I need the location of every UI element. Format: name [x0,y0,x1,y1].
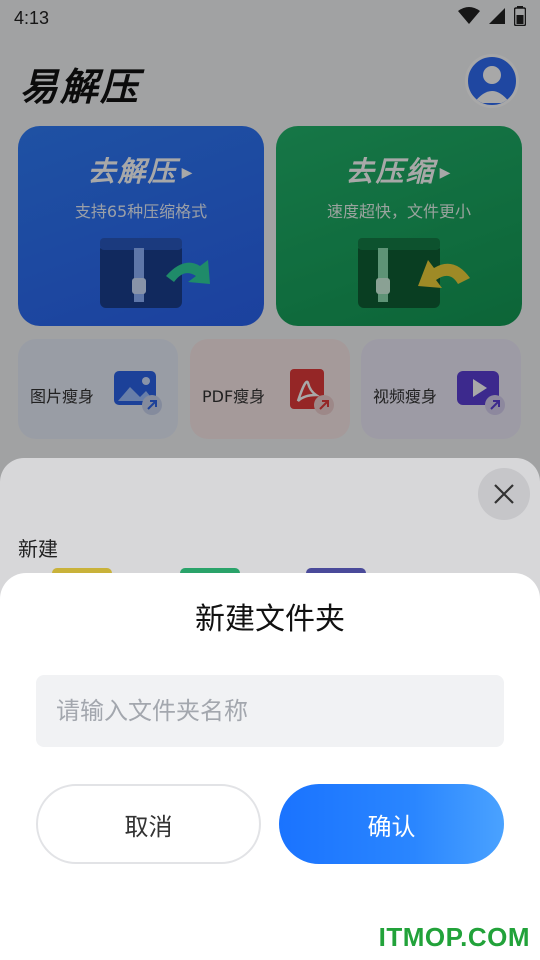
watermark: ITMOP.COM [378,922,530,952]
close-icon[interactable] [478,468,530,520]
folder-name-input[interactable] [36,675,504,747]
dialog-title: 新建文件夹 [195,602,345,637]
cancel-button[interactable]: 取消 [36,784,261,864]
confirm-button[interactable]: 确认 [279,784,504,864]
sheet-label: 新建 [18,537,58,561]
